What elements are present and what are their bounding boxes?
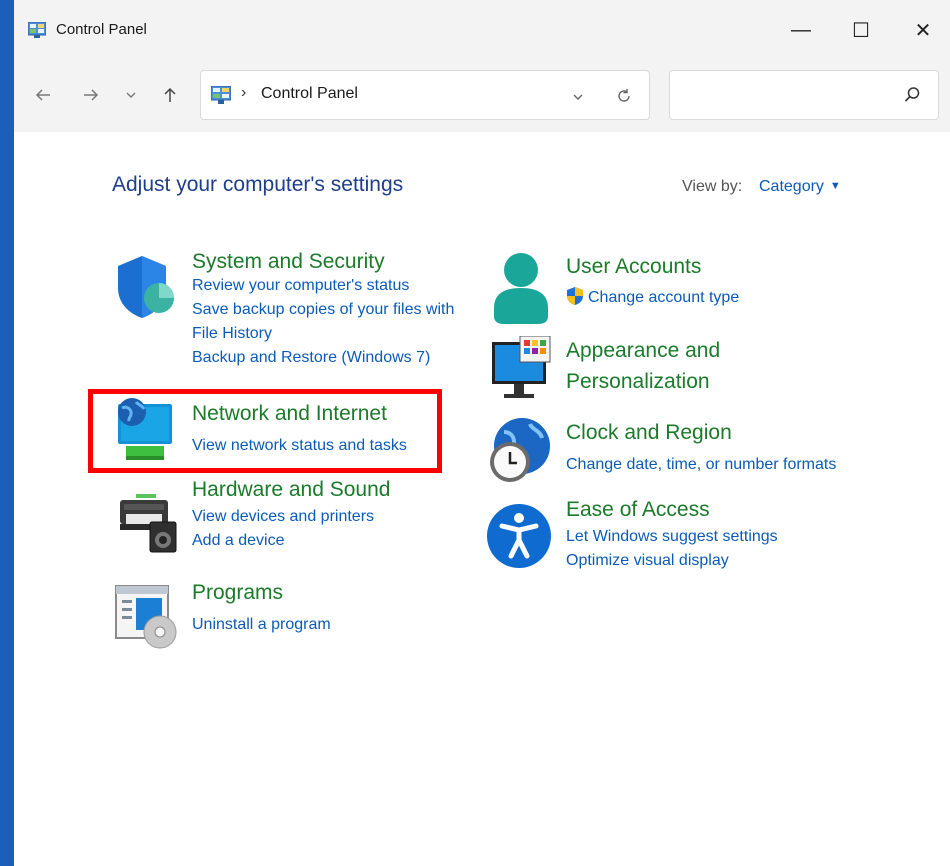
user-icon (494, 253, 548, 324)
chevron-down-icon (573, 94, 583, 100)
refresh-button[interactable] (613, 85, 635, 107)
title-bar: Control Panel — ☐ ✕ (14, 0, 950, 60)
search-input[interactable] (680, 83, 894, 109)
view-by-dropdown[interactable]: Category ▼ (759, 178, 841, 196)
change-date-time-link[interactable]: Change date, time, or number formats (566, 453, 836, 477)
accessibility-icon (487, 504, 551, 568)
breadcrumb-control-panel[interactable]: Control Panel (261, 85, 358, 103)
category-system-and-security: System and Security Review your computer… (192, 250, 454, 370)
view-by-label: View by: (682, 178, 743, 195)
file-history-link[interactable]: Save backup copies of your files with (192, 298, 454, 322)
change-account-type-label: Change account type (588, 289, 740, 306)
optimize-visual-display-link[interactable]: Optimize visual display (566, 549, 778, 573)
category-ease-of-access: Ease of Access Let Windows suggest setti… (566, 498, 778, 573)
arrow-up-icon (164, 87, 176, 102)
view-devices-printers-link[interactable]: View devices and printers (192, 505, 390, 529)
printer-speaker-icon (120, 494, 177, 553)
uac-shield-icon (567, 287, 583, 305)
search-icon[interactable] (902, 85, 922, 105)
hardware-and-sound-link[interactable]: Hardware and Sound (192, 478, 390, 502)
address-bar[interactable]: › Control Panel (200, 70, 650, 120)
forward-button[interactable] (78, 82, 104, 108)
change-account-type-link[interactable]: Change account type (566, 286, 739, 310)
appearance-personalization-link-line2[interactable]: Personalization (566, 366, 720, 397)
maximize-button[interactable]: ☐ (838, 12, 884, 48)
category-user-accounts: User Accounts Change account type (566, 255, 739, 310)
search-box[interactable] (669, 70, 939, 120)
address-dropdown-button[interactable] (567, 86, 589, 108)
chevron-down-icon (126, 92, 136, 98)
control-panel-window: Control Panel — ☐ ✕ › Control Panel Adju… (14, 0, 950, 866)
add-device-link[interactable]: Add a device (192, 529, 390, 553)
caret-down-icon: ▼ (829, 180, 841, 192)
control-panel-icon (28, 22, 46, 38)
file-history-link-line2[interactable]: File History (192, 322, 454, 346)
uninstall-program-link[interactable]: Uninstall a program (192, 613, 331, 637)
control-panel-icon (211, 86, 231, 104)
minimize-icon: — (791, 18, 811, 41)
window-title: Control Panel (56, 21, 147, 38)
refresh-icon (618, 89, 630, 102)
shield-icon (118, 256, 174, 318)
monitor-palette-icon (492, 336, 551, 398)
appearance-personalization-link-line1[interactable]: Appearance and (566, 335, 720, 366)
arrow-left-icon (35, 89, 50, 101)
category-programs: Programs Uninstall a program (192, 581, 331, 637)
ease-of-access-link[interactable]: Ease of Access (566, 498, 778, 522)
category-appearance-personalization: Appearance and Personalization (566, 335, 720, 397)
view-by-value: Category (759, 178, 824, 195)
category-hardware-and-sound: Hardware and Sound View devices and prin… (192, 478, 390, 553)
close-icon: ✕ (914, 19, 932, 42)
recent-locations-button[interactable] (118, 82, 144, 108)
programs-disc-icon (115, 585, 177, 649)
maximize-icon: ☐ (852, 19, 870, 42)
programs-link[interactable]: Programs (192, 581, 331, 605)
user-accounts-link[interactable]: User Accounts (566, 255, 739, 279)
clock-and-region-link[interactable]: Clock and Region (566, 421, 836, 445)
highlight-box (88, 389, 442, 473)
system-and-security-link[interactable]: System and Security (192, 250, 454, 274)
let-windows-suggest-link[interactable]: Let Windows suggest settings (566, 525, 778, 549)
breadcrumb-separator: › (241, 84, 247, 101)
up-button[interactable] (157, 82, 183, 108)
backup-restore-link[interactable]: Backup and Restore (Windows 7) (192, 346, 454, 370)
arrow-right-icon (84, 89, 99, 101)
page-heading: Adjust your computer's settings (112, 173, 404, 196)
category-clock-and-region: Clock and Region Change date, time, or n… (566, 421, 836, 477)
back-button[interactable] (30, 82, 56, 108)
clock-globe-icon (490, 418, 550, 482)
close-button[interactable]: ✕ (900, 12, 946, 48)
navigation-bar: › Control Panel (14, 60, 950, 132)
review-status-link[interactable]: Review your computer's status (192, 274, 454, 298)
minimize-button[interactable]: — (778, 12, 824, 48)
